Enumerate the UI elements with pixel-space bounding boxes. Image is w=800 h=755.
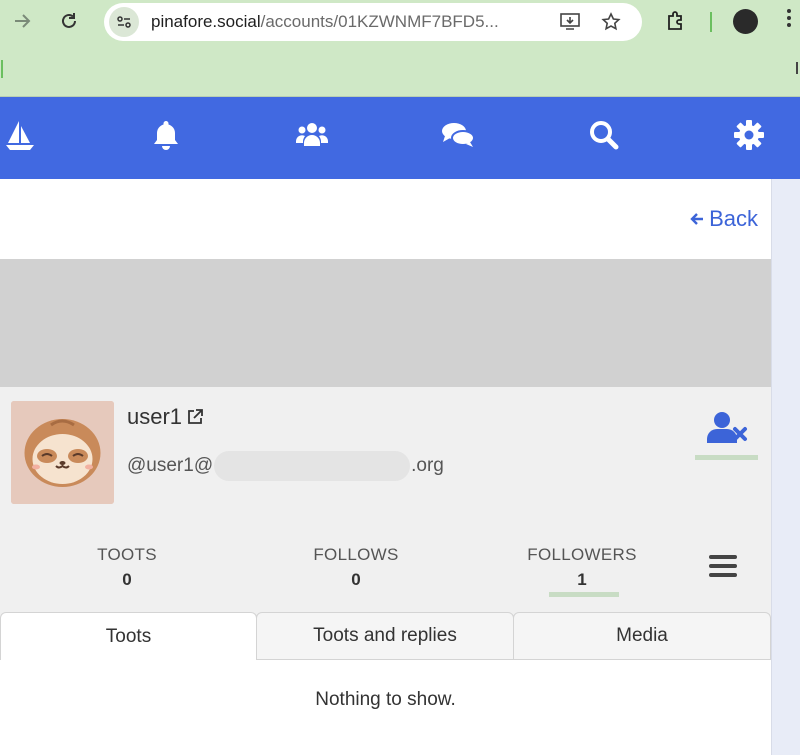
tab-toots-and-replies[interactable]: Toots and replies xyxy=(256,612,514,660)
tab-toots[interactable]: Toots xyxy=(0,612,257,660)
sailboat-icon[interactable] xyxy=(2,117,38,153)
profile-avatar[interactable] xyxy=(733,9,758,34)
right-gutter xyxy=(771,179,800,755)
chat-icon[interactable] xyxy=(440,117,476,153)
search-icon[interactable] xyxy=(586,117,622,153)
handle-suffix: .org xyxy=(411,455,444,476)
back-label: Back xyxy=(709,206,758,231)
unfollow-button[interactable] xyxy=(695,411,758,461)
profile-tabs: Toots Toots and replies Media xyxy=(0,612,771,660)
bookmark-star-icon[interactable] xyxy=(601,12,621,32)
site-info-icon[interactable] xyxy=(109,7,139,37)
profile-header-image xyxy=(0,259,771,387)
user-unfollow-icon xyxy=(706,412,747,443)
toolbar-divider xyxy=(710,12,712,32)
url-path: /accounts/01KZWNMF7BFD5... xyxy=(260,12,499,31)
back-button[interactable]: Back xyxy=(690,206,758,232)
stat-follows-value: 0 xyxy=(351,570,361,589)
profile-column: Back user1 @user1@ .org TOOTS 0 FOLLOWS … xyxy=(0,179,771,755)
followers-underline xyxy=(549,592,619,597)
display-name-text: user1 xyxy=(127,404,183,429)
avatar[interactable] xyxy=(11,401,114,504)
back-bar: Back xyxy=(0,179,771,259)
stat-followers-label: FOLLOWERS xyxy=(527,545,637,564)
hamburger-menu-icon[interactable] xyxy=(709,555,737,579)
address-bar[interactable]: pinafore.social/accounts/01KZWNMF7BFD5..… xyxy=(104,3,642,41)
bookmark-bar-edge-right xyxy=(796,62,798,74)
gear-icon[interactable] xyxy=(731,117,767,153)
external-link-icon[interactable] xyxy=(186,408,204,426)
stat-toots-label: TOOTS xyxy=(97,545,157,564)
empty-message: Nothing to show. xyxy=(315,689,456,710)
arrow-left-icon xyxy=(690,213,704,225)
tab-media[interactable]: Media xyxy=(513,612,771,660)
stat-toots-value: 0 xyxy=(122,570,132,589)
stat-followers-value: 1 xyxy=(577,570,587,589)
unfollow-underline xyxy=(695,455,758,460)
url-text: pinafore.social/accounts/01KZWNMF7BFD5..… xyxy=(151,12,499,32)
handle-prefix: @user1@ xyxy=(127,455,214,476)
forward-arrow-icon[interactable] xyxy=(8,7,36,35)
users-icon[interactable] xyxy=(294,117,330,153)
browser-chrome: pinafore.social/accounts/01KZWNMF7BFD5..… xyxy=(0,0,800,97)
stat-follows[interactable]: FOLLOWS 0 xyxy=(298,545,414,590)
display-name: user1 xyxy=(127,404,204,430)
stat-toots[interactable]: TOOTS 0 xyxy=(77,545,177,590)
app-nav-bar xyxy=(0,97,800,179)
timeline-content: Nothing to show. xyxy=(0,660,771,755)
account-handle: @user1@ .org xyxy=(127,451,444,481)
bell-icon[interactable] xyxy=(148,117,184,153)
stat-follows-label: FOLLOWS xyxy=(313,545,399,564)
install-app-icon[interactable] xyxy=(560,12,580,32)
stat-followers[interactable]: FOLLOWERS 1 xyxy=(520,545,644,590)
browser-menu-icon[interactable] xyxy=(786,8,792,34)
reload-icon[interactable] xyxy=(55,7,83,35)
redacted-domain xyxy=(214,451,411,481)
extensions-puzzle-icon[interactable] xyxy=(665,10,687,32)
bookmark-bar-edge xyxy=(1,60,3,78)
url-host: pinafore.social xyxy=(151,12,261,31)
sloth-avatar-icon xyxy=(11,401,114,504)
